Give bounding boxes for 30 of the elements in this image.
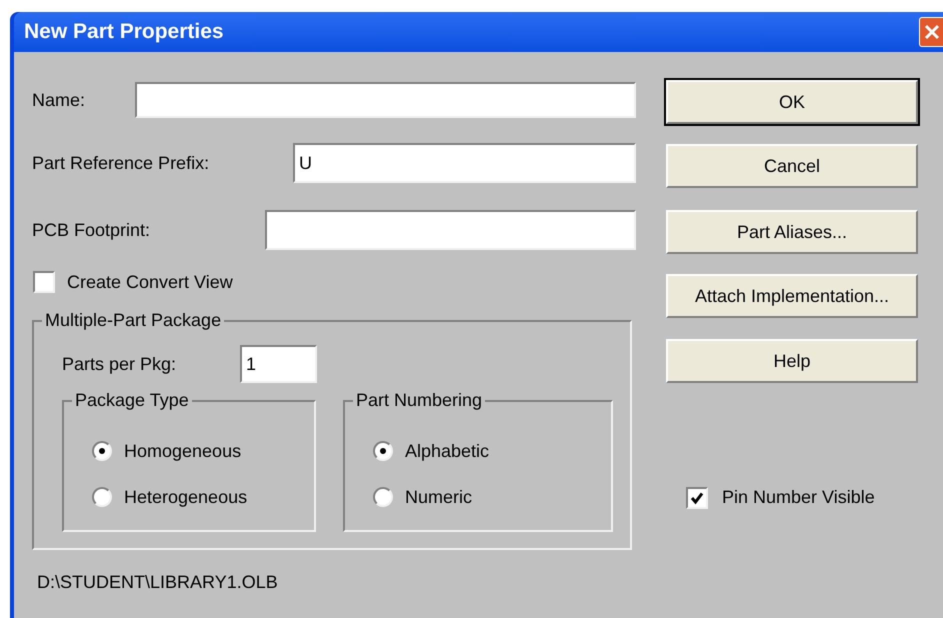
- input-field[interactable]: [135, 82, 636, 118]
- radio-label: Numeric: [405, 486, 472, 508]
- field-label: Part Reference Prefix:: [32, 152, 210, 174]
- radio-button[interactable]: [92, 487, 112, 507]
- dialog-button[interactable]: Attach Implementation...: [666, 274, 918, 318]
- radio-button[interactable]: [373, 487, 393, 507]
- radio-label: Alphabetic: [405, 440, 490, 463]
- window-title: New Part Properties: [24, 19, 224, 46]
- radio-label: Homogeneous: [124, 440, 242, 463]
- checkbox[interactable]: [686, 486, 708, 508]
- radio-label: Heterogeneous: [124, 486, 248, 509]
- input-field[interactable]: U: [293, 143, 636, 183]
- checkbox[interactable]: [33, 271, 55, 293]
- checkbox-label: Create Convert View: [67, 270, 233, 294]
- field-label: PCB Footprint:: [32, 218, 152, 242]
- checkbox-label: Pin Number Visible: [722, 486, 875, 509]
- input-field[interactable]: 1: [240, 345, 317, 383]
- field-label: Name:: [32, 88, 86, 112]
- dialog-button[interactable]: OK: [666, 80, 918, 124]
- close-icon: [922, 23, 940, 41]
- file-path: D:\STUDENT\LIBRARY1.OLB: [36, 571, 279, 593]
- dialog-button[interactable]: Cancel: [666, 144, 918, 188]
- radio-button[interactable]: [92, 441, 112, 461]
- dialog-button[interactable]: Help: [666, 339, 918, 383]
- dialog-button[interactable]: Part Aliases...: [666, 210, 918, 254]
- check-icon: [690, 490, 704, 504]
- close-button[interactable]: [919, 17, 943, 47]
- field-label: Parts per Pkg:: [62, 352, 178, 376]
- input-field[interactable]: [265, 210, 636, 250]
- radio-button[interactable]: [373, 441, 393, 461]
